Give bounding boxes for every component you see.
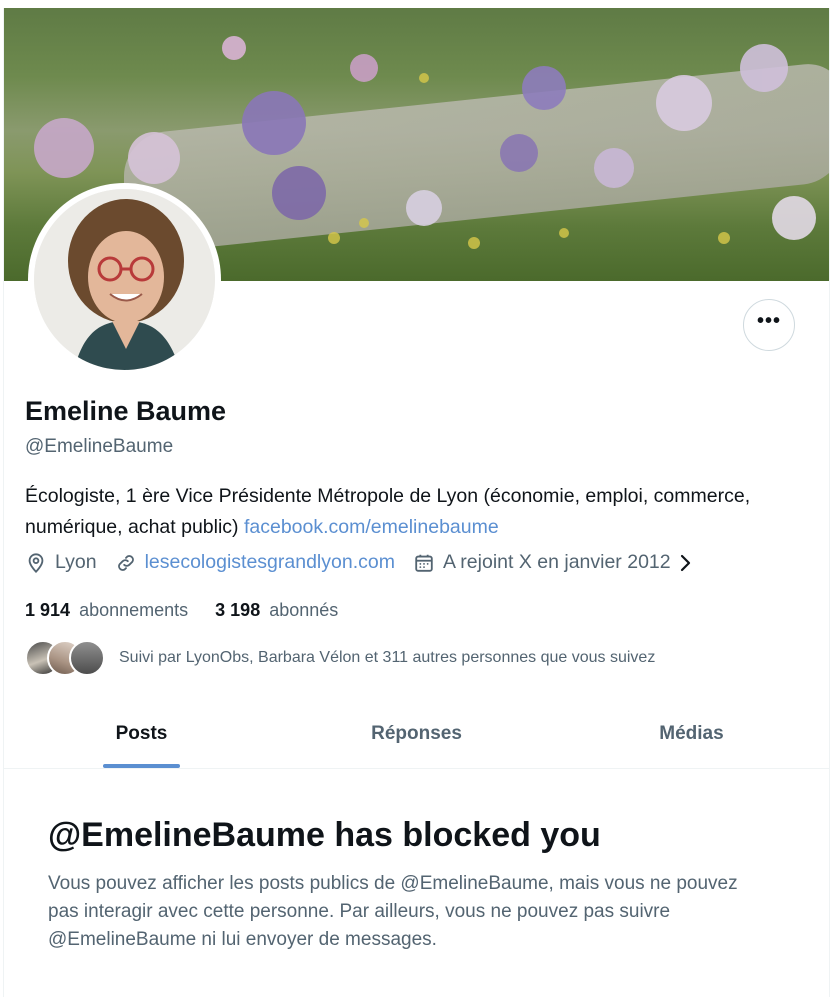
follower-avatar bbox=[69, 640, 105, 676]
profile-tabs: Posts Réponses Médias bbox=[4, 700, 829, 769]
followed-by-text: Suivi par LyonObs, Barbara Vélon et 311 … bbox=[119, 649, 656, 666]
tab-label: Posts bbox=[115, 723, 168, 744]
website-item: lesecologistesgrandlyon.com bbox=[115, 551, 395, 574]
following-count: 1 914 bbox=[25, 600, 71, 620]
active-tab-indicator bbox=[103, 764, 180, 768]
joined-text: A rejoint X en janvier 2012 bbox=[442, 551, 671, 573]
joined-item[interactable]: A rejoint X en janvier 2012 bbox=[413, 551, 693, 574]
profile-stats: 1 914 abonnements 3 198 abonnés bbox=[25, 600, 365, 621]
avatar-portrait bbox=[34, 189, 215, 370]
blocked-title: @EmelineBaume has blocked you bbox=[48, 816, 601, 854]
followers-label: abonnés bbox=[269, 600, 339, 620]
calendar-icon bbox=[415, 554, 433, 572]
website-link[interactable]: lesecologistesgrandlyon.com bbox=[145, 551, 395, 574]
profile-handle: @EmelineBaume bbox=[25, 436, 174, 457]
tab-media[interactable]: Médias bbox=[554, 700, 829, 768]
profile-page: ••• Emeline Baume @EmelineBaume Écologis… bbox=[3, 8, 830, 997]
location-pin-icon bbox=[28, 552, 44, 573]
more-options-button[interactable]: ••• bbox=[743, 299, 795, 351]
location-text: Lyon bbox=[55, 551, 97, 573]
tab-replies[interactable]: Réponses bbox=[279, 700, 554, 768]
location-item: Lyon bbox=[25, 551, 97, 574]
tab-label: Réponses bbox=[371, 723, 462, 744]
more-options-icon: ••• bbox=[756, 310, 781, 332]
following-label: abonnements bbox=[79, 600, 189, 620]
avatar[interactable] bbox=[34, 189, 215, 370]
blocked-message: Vous pouvez afficher les posts publics d… bbox=[48, 873, 738, 950]
bio-link[interactable]: facebook.com/emelinebaume bbox=[244, 516, 499, 538]
tab-posts[interactable]: Posts bbox=[4, 700, 279, 768]
profile-bio: Écologiste, 1 ère Vice Présidente Métrop… bbox=[25, 481, 785, 543]
following-stat[interactable]: 1 914 abonnements bbox=[25, 600, 188, 621]
followers-count: 3 198 bbox=[215, 600, 261, 620]
profile-meta: Lyon lesecologistesgrandlyon.com A rejoi… bbox=[25, 551, 711, 574]
tab-label: Médias bbox=[659, 723, 724, 744]
followed-by[interactable]: Suivi par LyonObs, Barbara Vélon et 311 … bbox=[25, 640, 655, 676]
chevron-right-icon bbox=[680, 554, 690, 571]
profile-name: Emeline Baume bbox=[25, 396, 227, 426]
followers-stat[interactable]: 3 198 abonnés bbox=[215, 600, 338, 621]
link-icon bbox=[117, 554, 134, 571]
